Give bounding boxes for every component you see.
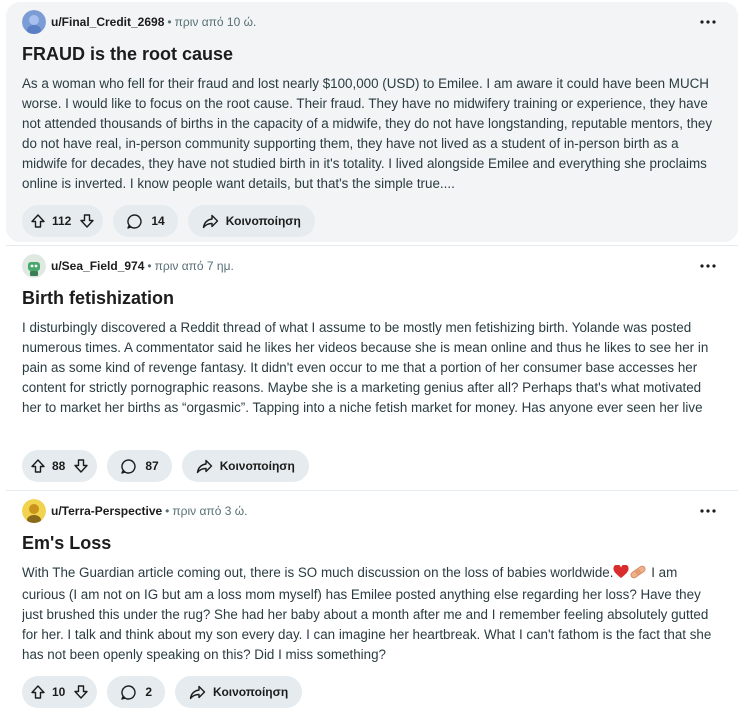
- downvote-icon[interactable]: [79, 213, 95, 229]
- downvote-icon[interactable]: [73, 458, 89, 474]
- share-label: Κοινοποίηση: [225, 214, 301, 228]
- comments-button[interactable]: 14: [113, 205, 178, 237]
- post-title[interactable]: FRAUD is the root cause: [22, 44, 233, 65]
- meta-separator: •: [147, 259, 152, 273]
- post-body[interactable]: With The Guardian article coming out, th…: [22, 563, 722, 665]
- comments-button[interactable]: 87: [107, 450, 172, 482]
- post-time: πριν από 10 ώ.: [174, 15, 257, 29]
- post-header: u/Terra-Perspective • πριν από 3 ώ.: [22, 499, 247, 523]
- post-title[interactable]: Em's Loss: [22, 533, 111, 554]
- more-options-icon[interactable]: [694, 499, 722, 523]
- share-icon: [189, 685, 206, 700]
- vote-bar: 112: [22, 205, 104, 237]
- share-label: Κοινοποίηση: [213, 685, 289, 699]
- comment-icon: [126, 213, 143, 230]
- upvote-icon[interactable]: [30, 213, 46, 229]
- comment-count: 2: [145, 685, 153, 699]
- post-actions: 88 87 Κοινοποίηση: [22, 450, 309, 482]
- share-icon: [202, 214, 219, 229]
- comment-count: 87: [145, 459, 159, 473]
- blue-avatar-icon[interactable]: [22, 10, 46, 34]
- comment-icon: [120, 458, 137, 475]
- vote-count: 112: [52, 214, 72, 228]
- green-avatar-icon[interactable]: [22, 254, 46, 278]
- post-body[interactable]: As a woman who fell for their fraud and …: [22, 74, 722, 194]
- share-button[interactable]: Κοινοποίηση: [187, 205, 315, 237]
- share-button[interactable]: Κοινοποίηση: [175, 676, 303, 708]
- post-divider: [6, 245, 738, 246]
- post-time: πριν από 3 ώ.: [172, 504, 248, 518]
- upvote-icon[interactable]: [30, 458, 46, 474]
- post-header: u/Final_Credit_2698 • πριν από 10 ώ.: [22, 10, 256, 34]
- red-heart-icon: [613, 564, 630, 585]
- upvote-icon[interactable]: [30, 684, 46, 700]
- post-body-part: With The Guardian article coming out, th…: [22, 565, 614, 580]
- post-author[interactable]: u/Final_Credit_2698: [51, 15, 164, 29]
- share-icon: [196, 459, 213, 474]
- post-card[interactable]: u/Final_Credit_2698 • πριν από 10 ώ. FRA…: [6, 2, 738, 242]
- bandage-icon: [629, 565, 647, 585]
- post-card[interactable]: u/Terra-Perspective • πριν από 3 ώ. Em's…: [6, 495, 738, 717]
- share-button[interactable]: Κοινοποίηση: [181, 450, 309, 482]
- meta-separator: •: [165, 504, 170, 518]
- post-time: πριν από 7 ημ.: [154, 259, 234, 273]
- post-actions: 112 14 Κοινοποίηση: [22, 205, 315, 237]
- downvote-icon[interactable]: [73, 684, 89, 700]
- post-divider: [6, 490, 738, 491]
- comment-icon: [120, 684, 137, 701]
- vote-bar: 10: [22, 676, 98, 708]
- vote-count: 10: [52, 685, 66, 699]
- meta-separator: •: [167, 15, 172, 29]
- vote-count: 88: [52, 459, 66, 473]
- post-title[interactable]: Birth fetishization: [22, 288, 174, 309]
- vote-bar: 88: [22, 450, 98, 482]
- comments-button[interactable]: 2: [107, 676, 166, 708]
- post-author[interactable]: u/Sea_Field_974: [51, 259, 144, 273]
- post-body[interactable]: I disturbingly discovered a Reddit threa…: [22, 318, 722, 418]
- post-card[interactable]: u/Sea_Field_974 • πριν από 7 ημ. Birth f…: [6, 250, 738, 486]
- comment-count: 14: [151, 214, 165, 228]
- post-header: u/Sea_Field_974 • πριν από 7 ημ.: [22, 254, 234, 278]
- post-author[interactable]: u/Terra-Perspective: [51, 504, 162, 518]
- more-options-icon[interactable]: [694, 10, 722, 34]
- yellow-avatar-icon[interactable]: [22, 499, 46, 523]
- post-actions: 10 2 Κοινοποίηση: [22, 676, 303, 708]
- share-label: Κοινοποίηση: [219, 459, 295, 473]
- more-options-icon[interactable]: [694, 254, 722, 278]
